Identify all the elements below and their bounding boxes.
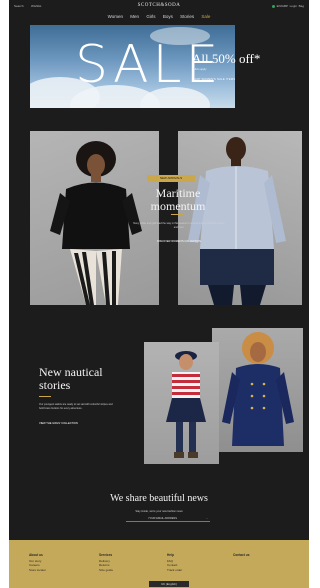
man-figure-illustration [188,137,286,305]
nav-item-boys[interactable]: Boys [163,14,173,19]
footer-link[interactable]: Track order [167,568,182,573]
language-selector[interactable]: UK (English) [149,581,189,587]
feature-cta-link[interactable]: DISCOVER WOMEN'S COLLECTION [133,240,225,243]
footer-column-about: About us Our story Careers Store locator [29,553,46,572]
hero-title: All 50% off* [192,51,261,66]
accent-divider [39,396,51,397]
feature-text: Navy, white and gold lead the way in thi… [133,222,225,229]
newsletter-text: Stay inside, we're your new fashion news [135,510,183,513]
footer-column-services: Services Delivery Returns Size guide [99,553,113,572]
newsletter-title: We share beautiful news [110,493,208,504]
footer-column-contact: Contact us [233,553,249,559]
women-model-photo[interactable] [30,131,159,305]
nav-item-men[interactable]: Men [130,14,139,19]
hero-cta-link[interactable]: SHOP WOMEN'S SALE ITEMS [192,78,235,81]
email-placeholder: YOUR EMAIL ADDRESS [148,517,178,520]
girl-stripes-illustration [166,351,206,458]
footer-heading: Contact us [233,553,250,557]
brand-logo[interactable]: SCOTCH&SODA [9,3,309,8]
submit-arrow-icon[interactable]: → [205,516,208,521]
page: Search Wishlist EN/GBP Login Bag SCOTCH&… [9,0,309,588]
stories-title: New nautical stories [39,365,103,392]
nav-item-sale[interactable]: Sale [201,14,210,19]
footer-link[interactable]: Store locator [29,568,46,573]
footer-column-help: Help FAQ Contact Track order [167,553,182,572]
feature-title: Maritime momentum [150,186,206,213]
men-model-photo[interactable] [178,131,302,305]
footer-heading: Services [99,553,113,557]
nav-item-stories[interactable]: Stories [180,14,194,19]
new-arrivals-tag: NEW ARRIVALS [147,175,195,182]
newsletter-email-input[interactable]: YOUR EMAIL ADDRESS → [126,516,210,522]
stories-cta-link[interactable]: VIEW THE GIRLS' COLLECTION [39,422,78,425]
nav-item-women[interactable]: Women [108,14,123,19]
footer-heading: About us [29,553,43,557]
girl-figure-illustration [222,332,294,446]
main-nav: Women Men Girls Boys Stories Sale [9,14,309,19]
footer: About us Our story Careers Store locator… [9,540,309,588]
stories-text: Our youngest sailors are ready to set sa… [39,403,113,410]
girl-stripes-photo[interactable] [144,342,219,464]
hero-subtitle: *T&Cs apply [192,68,207,71]
footer-heading: Help [167,553,174,557]
footer-link[interactable]: Size guide [99,568,113,573]
nav-item-girls[interactable]: Girls [146,14,155,19]
girl-navy-photo[interactable] [212,328,303,452]
accent-divider [171,214,183,215]
woman-figure-illustration [50,141,142,305]
